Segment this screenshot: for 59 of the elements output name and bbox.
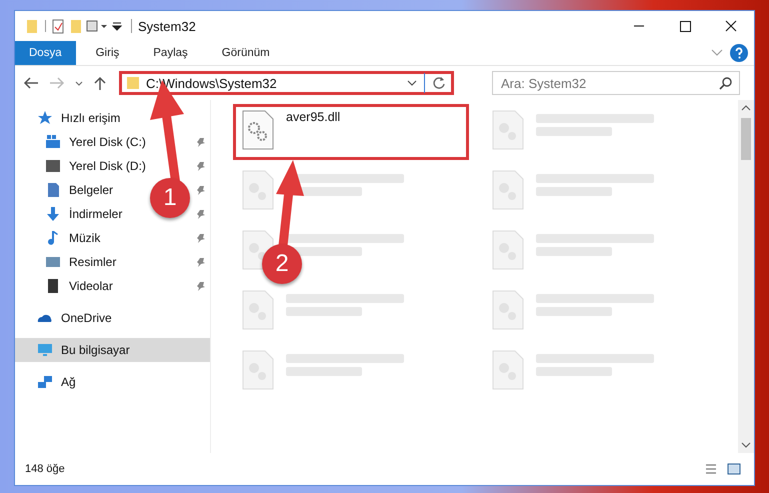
file-name: aver95.dll <box>286 110 340 124</box>
sidebar-item[interactable]: OneDrive <box>15 306 116 330</box>
network-icon <box>37 374 53 390</box>
sidebar-item[interactable]: Resimler <box>15 250 120 274</box>
document-icon <box>45 182 61 198</box>
sidebar-label: Ağ <box>61 375 76 389</box>
sidebar-label: Yerel Disk (C:) <box>69 135 146 149</box>
back-arrow-icon[interactable] <box>21 75 41 91</box>
sidebar-item[interactable]: Bu bilgisayar <box>15 338 210 362</box>
sidebar-item[interactable]: Yerel Disk (C:) <box>15 130 150 154</box>
sidebar-item[interactable]: Hızlı erişim <box>15 106 124 130</box>
sidebar-label: İndirmeler <box>69 207 122 221</box>
sidebar-label: Müzik <box>69 231 100 245</box>
download-icon <box>45 206 61 222</box>
pin-icon[interactable] <box>196 137 206 147</box>
ribbon-tab[interactable]: Paylaş <box>139 41 202 65</box>
window-title: System32 <box>138 18 196 34</box>
refresh-icon[interactable] <box>431 75 447 91</box>
scrollbar[interactable] <box>738 100 754 453</box>
folder-icon <box>126 76 140 90</box>
sidebar-label: Hızlı erişim <box>61 111 120 125</box>
sidebar-item[interactable]: İndirmeler <box>15 202 126 226</box>
file-item[interactable]: aver95.dll <box>233 104 469 160</box>
sidebar-label: Belgeler <box>69 183 114 197</box>
pin-icon[interactable] <box>196 233 206 243</box>
music-icon <box>45 230 61 246</box>
help-icon[interactable] <box>730 44 748 62</box>
sidebar-label: Yerel Disk (D:) <box>69 159 146 173</box>
scrollbar-thumb[interactable] <box>741 118 751 160</box>
pin-icon[interactable] <box>196 281 206 291</box>
sidebar-label: Videolar <box>69 279 113 293</box>
ribbon-tab[interactable]: Dosya <box>15 41 76 65</box>
pin-icon[interactable] <box>196 161 206 171</box>
ribbon-tab[interactable]: Görünüm <box>208 41 284 65</box>
scroll-up-icon[interactable] <box>741 104 751 112</box>
sidebar-item[interactable]: Müzik <box>15 226 104 250</box>
sidebar-label: OneDrive <box>61 311 112 325</box>
computer-icon <box>37 342 53 358</box>
sidebar-item[interactable]: Videolar <box>15 274 117 298</box>
video-icon <box>45 278 61 294</box>
sidebar-item[interactable]: Belgeler <box>15 178 118 202</box>
pin-icon[interactable] <box>196 257 206 267</box>
sidebar-item[interactable]: Ağ <box>15 370 80 394</box>
picture-icon <box>45 254 61 270</box>
item-count: 148 öğe <box>25 463 65 475</box>
drive-icon <box>45 158 61 174</box>
ribbon-tab[interactable]: Giriş <box>82 41 134 65</box>
sidebar-label: Resimler <box>69 255 116 269</box>
pin-icon[interactable] <box>196 209 206 219</box>
sidebar-item[interactable]: Yerel Disk (D:) <box>15 154 150 178</box>
drive-c-icon <box>45 134 61 150</box>
search-field[interactable]: Ara: System32 <box>492 71 740 95</box>
star-icon <box>37 110 53 126</box>
sidebar-label: Bu bilgisayar <box>61 343 130 357</box>
dll-file-icon <box>242 110 274 150</box>
quick-access-toolbar-icon[interactable] <box>25 17 125 35</box>
scroll-down-icon[interactable] <box>741 441 751 449</box>
search-icon[interactable] <box>719 76 733 90</box>
pin-icon[interactable] <box>196 185 206 195</box>
